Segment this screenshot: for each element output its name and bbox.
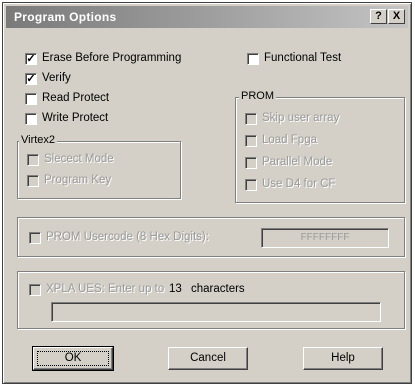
verify-checkbox[interactable]: ✓ [25, 73, 37, 85]
xpla-ues-checkbox[interactable] [29, 284, 41, 296]
xpla-ues-label: XPLA UES: Enter up to [46, 283, 165, 295]
functional-test-checkbox[interactable] [247, 53, 259, 65]
skip-user-array-checkbox[interactable] [245, 113, 257, 125]
window-title: Program Options [14, 10, 117, 24]
cancel-button[interactable]: Cancel [168, 347, 248, 370]
program-options-dialog: Program Options ? X ✓ Erase Before Progr… [2, 2, 412, 384]
xpla-ues-count: 13 [169, 283, 182, 295]
close-icon[interactable]: X [388, 9, 405, 24]
program-key-checkbox[interactable] [27, 175, 39, 187]
erase-before-programming-checkbox[interactable]: ✓ [25, 53, 37, 65]
help-button[interactable]: Help [303, 347, 383, 370]
prom-group-title: PROM [239, 90, 276, 102]
write-protect-checkbox[interactable] [25, 113, 37, 125]
use-d4-for-cf-checkbox[interactable] [245, 179, 257, 191]
program-key-label: Program Key [44, 174, 112, 186]
use-d4-for-cf-label: Use D4 for CF [262, 178, 336, 190]
virtex2-group [17, 141, 181, 199]
skip-user-array-label: Skip user array [262, 112, 340, 124]
cancel-button-label: Cancel [190, 352, 226, 364]
parallel-mode-checkbox[interactable] [245, 157, 257, 169]
xpla-ues-field[interactable] [51, 302, 381, 322]
prom-usercode-checkbox[interactable] [29, 232, 41, 244]
write-protect-label: Write Protect [42, 112, 109, 124]
slecect-mode-checkbox[interactable] [27, 154, 39, 166]
verify-label: Verify [42, 72, 71, 84]
load-fpga-checkbox[interactable] [245, 135, 257, 147]
title-bar: Program Options ? X [6, 6, 408, 28]
load-fpga-label: Load Fpga [262, 134, 317, 146]
xpla-ues-suffix: characters [191, 283, 245, 295]
read-protect-label: Read Protect [42, 92, 110, 104]
focus-rect [37, 351, 109, 366]
erase-before-programming-label: Erase Before Programming [42, 52, 182, 64]
ok-button[interactable]: OK [32, 346, 114, 371]
help-icon[interactable]: ? [370, 9, 387, 24]
slecect-mode-label: Slecect Mode [44, 153, 114, 165]
read-protect-checkbox[interactable] [25, 93, 37, 105]
virtex2-group-title: Virtex2 [19, 134, 58, 146]
prom-usercode-field[interactable]: FFFFFFFF [261, 228, 389, 248]
parallel-mode-label: Parallel Mode [262, 156, 333, 168]
help-button-label: Help [331, 352, 355, 364]
prom-usercode-label: PROM Usercode (8 Hex Digits): [46, 231, 209, 243]
functional-test-label: Functional Test [264, 52, 342, 64]
